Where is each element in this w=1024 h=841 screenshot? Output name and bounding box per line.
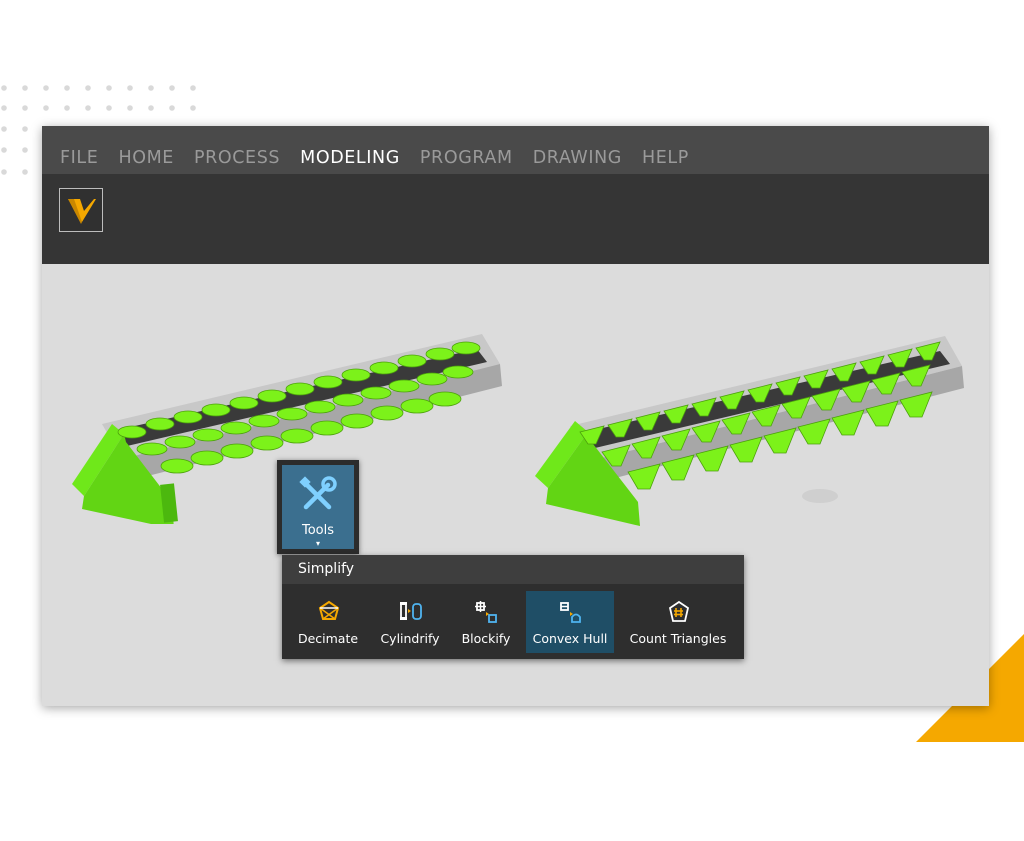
menu-file[interactable]: FILE	[60, 148, 98, 174]
convex-hull-label: Convex Hull	[532, 631, 608, 646]
convex-hull-button[interactable]: Convex Hull	[526, 591, 614, 653]
simplify-panel: Simplify Decimate Cylindrify Blockify Co…	[282, 555, 744, 659]
decimate-button[interactable]: Decimate	[294, 591, 362, 653]
menu-modeling[interactable]: MODELING	[300, 148, 400, 174]
menu-process[interactable]: PROCESS	[194, 148, 280, 174]
count-triangles-label: Count Triangles	[629, 631, 727, 646]
tools-popup: Tools ▾	[277, 460, 359, 554]
convex-hull-icon	[560, 602, 581, 623]
menu-home[interactable]: HOME	[118, 148, 174, 174]
menu-drawing[interactable]: DRAWING	[533, 148, 622, 174]
cylindrify-button[interactable]: Cylindrify	[374, 591, 446, 653]
blockify-button[interactable]: Blockify	[454, 591, 518, 653]
logo-v-icon	[68, 199, 96, 224]
blockify-icon	[475, 601, 497, 623]
decimate-icon	[318, 600, 340, 620]
blockify-label: Blockify	[461, 631, 511, 646]
chevron-down-icon: ▾	[315, 539, 320, 548]
count-triangles-icon	[668, 600, 690, 622]
menu-program[interactable]: PROGRAM	[420, 148, 513, 174]
cylindrify-label: Cylindrify	[380, 631, 440, 646]
model-convex-hull-parts	[535, 336, 964, 526]
tools-button[interactable]: Tools ▾	[282, 465, 354, 549]
simplify-header: Simplify	[282, 555, 744, 584]
menu-help[interactable]: HELP	[642, 148, 689, 174]
count-triangles-button[interactable]: Count Triangles	[622, 591, 734, 653]
app-logo[interactable]	[59, 188, 103, 232]
decimate-label: Decimate	[297, 631, 359, 646]
simplify-title: Simplify	[298, 561, 355, 577]
wrench-screwdriver-icon	[299, 476, 337, 510]
ribbon	[42, 174, 989, 264]
menu-bar: FILE HOME PROCESS MODELING PROGRAM DRAWI…	[42, 126, 989, 174]
cylindrify-icon	[400, 602, 422, 620]
tools-label: Tools	[301, 523, 335, 538]
